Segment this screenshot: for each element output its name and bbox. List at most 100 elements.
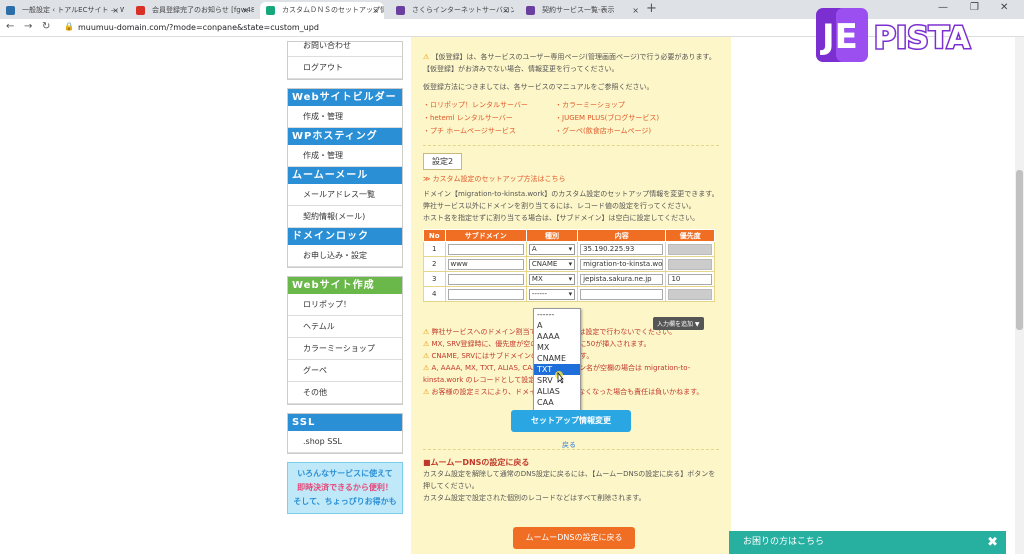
type-select[interactable]: CNAME: [528, 258, 576, 270]
browser-tab[interactable]: 一般設定 ‹ トアルECサイト — Wor ×: [0, 2, 124, 19]
gmail-icon: [136, 6, 145, 15]
table-row: 1 A 35.190.225.93: [423, 241, 715, 257]
lock-icon[interactable]: 🔒: [64, 22, 74, 31]
dns-records-table: No サブドメイン 種別 内容 優先度 1 A 35.190.225.93 2 …: [423, 229, 715, 302]
service-link-jugem[interactable]: ・JUGEM PLUS(ブログサービス): [555, 112, 687, 125]
service-link-heteml[interactable]: ・heteml レンタルサーバー: [423, 112, 555, 125]
sidebar-item-heteml[interactable]: ヘテムル: [288, 316, 402, 338]
sidebar-menu-ssl: SSL .shop SSL: [287, 413, 403, 454]
setup-change-button[interactable]: セットアップ情報変更: [511, 410, 631, 432]
url-field[interactable]: muumuu-domain.com/?mode=conpane&state=cu…: [78, 21, 319, 35]
type-select[interactable]: MX: [528, 273, 576, 285]
sidebar-item-mail-contract[interactable]: 契約情報(メール): [288, 206, 402, 228]
sidebar-item-goope[interactable]: グーペ: [288, 360, 402, 382]
dropdown-option[interactable]: ------: [534, 309, 580, 320]
service-link-lolipop[interactable]: ・ロリポップ！レンタルサーバー: [423, 99, 555, 112]
type-cell: A: [525, 241, 579, 257]
close-tab-icon[interactable]: ×: [372, 2, 379, 19]
subdomain-cell: www: [444, 256, 527, 272]
row-no: 2: [423, 256, 446, 272]
close-tab-icon[interactable]: ×: [502, 2, 509, 19]
subdomain-input[interactable]: www: [447, 258, 524, 270]
warning-icon: ⚠: [423, 388, 430, 396]
type-cell: MX: [525, 271, 579, 287]
subdomain-input[interactable]: [447, 273, 524, 285]
top-note-2: 【仮登録】がお済みでない場合、情報変更を行ってください。: [423, 65, 619, 73]
section-header-domain-lock: ドメインロック: [288, 228, 402, 245]
priority-cell: 10: [665, 271, 715, 287]
sidebar-item-domain-lock[interactable]: お申し込み・設定: [288, 245, 402, 267]
browser-tab[interactable]: さくらインターネットサーバコントロールパ×: [390, 2, 514, 19]
reset-heading: ■ムームーDNSの設定に戻る: [423, 458, 530, 467]
new-tab-button[interactable]: +: [646, 1, 657, 16]
close-tab-icon[interactable]: ×: [632, 2, 639, 19]
priority-input[interactable]: [668, 288, 712, 300]
close-icon[interactable]: ✖: [987, 531, 998, 554]
priority-cell: [665, 286, 715, 302]
tab-title: 会員登録完了のお知らせ [fgw48223: [152, 6, 254, 14]
help-bar[interactable]: お困りの方はこちら ✖: [729, 531, 1006, 554]
dropdown-option[interactable]: A: [534, 320, 580, 331]
subdomain-input[interactable]: [447, 243, 524, 255]
priority-cell: [665, 256, 715, 272]
priority-input[interactable]: 10: [668, 273, 712, 285]
close-tab-icon[interactable]: ×: [242, 2, 249, 19]
banner-line-2: 即時決済できるから便利！: [297, 483, 393, 492]
table-row: 3 MX jepista.sakura.ne.jp 10: [423, 271, 715, 287]
reset-to-muumuu-dns-button[interactable]: ムームーDNSの設定に戻る: [513, 527, 635, 549]
type-select[interactable]: ------: [528, 288, 576, 300]
service-link-colorme[interactable]: ・カラーミーショップ: [555, 99, 687, 112]
subdomain-input[interactable]: [447, 288, 524, 300]
sidebar-item-mail-list[interactable]: メールアドレス一覧: [288, 184, 402, 206]
sidebar-item-lolipop[interactable]: ロリポップ！: [288, 294, 402, 316]
priority-input[interactable]: [668, 243, 712, 255]
browser-tab[interactable]: カスタムＤＮＳのセットアップ情報変×: [260, 2, 384, 19]
forward-arrow-icon[interactable]: →: [24, 21, 32, 32]
warning-icon: ⚠: [423, 364, 430, 372]
content-cell: migration-to-kinsta.wo: [577, 256, 667, 272]
promo-banner[interactable]: いろんなサービスに使えて 即時決済できるから便利！ そして、ちょっぴりお得かも: [287, 462, 403, 514]
tab-title: さくらインターネットサーバコントロールパ: [412, 6, 514, 14]
priority-input[interactable]: [668, 258, 712, 270]
sidebar-item-colorme[interactable]: カラーミーショップ: [288, 338, 402, 360]
content-input[interactable]: [580, 288, 664, 300]
sidebar-item-other[interactable]: その他: [288, 382, 402, 404]
sidebar-item-logout[interactable]: ログアウト: [288, 57, 402, 79]
domain-description-2: ホスト名を指定せずに割り当てる場合は、【サブドメイン】は空白に設定してください。: [423, 214, 700, 222]
type-cell: ------: [525, 286, 579, 302]
custom-setup-link[interactable]: ≫ カスタム設定のセットアップ方法はこちら: [423, 174, 719, 184]
back-link[interactable]: 戻る: [562, 440, 576, 450]
dropdown-option[interactable]: MX: [534, 342, 580, 353]
sidebar-item-shop-ssl[interactable]: .shop SSL: [288, 431, 402, 453]
dropdown-option[interactable]: CNAME: [534, 353, 580, 364]
domain-description: ドメイン【migration-to-kinsta.work】のカスタム設定のセッ…: [423, 190, 719, 210]
dropdown-option[interactable]: CAA: [534, 397, 580, 408]
close-tab-icon[interactable]: ×: [112, 2, 119, 19]
sidebar-item-wp-manage[interactable]: 作成・管理: [288, 145, 402, 167]
scrollbar-thumb[interactable]: [1016, 170, 1023, 330]
type-select[interactable]: A: [528, 243, 576, 255]
browser-tab[interactable]: 契約サービス一覧-表示 ×: [520, 2, 644, 19]
row-no: 1: [423, 241, 446, 257]
browser-tab[interactable]: 会員登録完了のお知らせ [fgw48223×: [130, 2, 254, 19]
sidebar-top-menu: お問い合わせ ログアウト: [287, 41, 403, 80]
header-priority: 優先度: [665, 229, 715, 242]
service-link-goope[interactable]: ・グーペ(飲食店ホームページ): [555, 125, 687, 138]
warning-icon: ⚠: [423, 352, 430, 360]
back-arrow-icon[interactable]: ←: [6, 21, 14, 32]
section-header-website-builder: Webサイトビルダー: [288, 89, 402, 106]
reload-icon[interactable]: ↻: [42, 21, 50, 32]
section-header-wp-hosting: WPホスティング: [288, 128, 402, 145]
dropdown-option[interactable]: ALIAS: [534, 386, 580, 397]
service-link-petit[interactable]: ・プチ ホームページサービス: [423, 125, 555, 138]
mouse-cursor-icon: [555, 371, 564, 384]
content-input[interactable]: migration-to-kinsta.wo: [580, 258, 664, 270]
sidebar-item-builder-manage[interactable]: 作成・管理: [288, 106, 402, 128]
top-note-1: ⚠ 【仮登録】は、各サービスのユーザー専用ページ(管理画面ページ)で行う必要があ…: [423, 51, 719, 63]
subdomain-cell: [444, 286, 527, 302]
add-input-rows-button[interactable]: 入力欄を追加 ▼: [653, 317, 704, 330]
content-input[interactable]: 35.190.225.93: [580, 243, 664, 255]
content-input[interactable]: jepista.sakura.ne.jp: [580, 273, 664, 285]
sidebar-item-contact[interactable]: お問い合わせ: [288, 42, 402, 57]
dropdown-option[interactable]: AAAA: [534, 331, 580, 342]
